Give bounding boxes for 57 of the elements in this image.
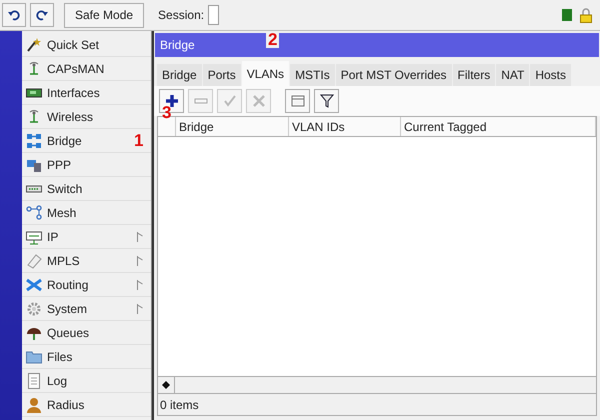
diamond-icon bbox=[162, 381, 170, 389]
doc-icon bbox=[26, 372, 42, 388]
routing-icon bbox=[26, 276, 42, 292]
tab[interactable]: Port MST Overrides bbox=[336, 64, 452, 86]
menu-item[interactable]: CAPsMAN bbox=[22, 57, 151, 81]
menu-item[interactable]: Queues bbox=[22, 321, 151, 345]
menu-item[interactable]: Log bbox=[22, 369, 151, 393]
redo-button[interactable] bbox=[30, 3, 54, 27]
filter-icon bbox=[320, 94, 334, 108]
user-icon bbox=[26, 396, 42, 412]
tab[interactable]: Ports bbox=[202, 64, 241, 86]
disable-icon bbox=[252, 94, 266, 108]
tab[interactable]: NAT bbox=[496, 64, 530, 86]
menu-item[interactable]: MPLS bbox=[22, 249, 151, 273]
add-icon bbox=[164, 94, 178, 108]
mesh-icon bbox=[26, 204, 42, 220]
menu-item[interactable]: Quick Set bbox=[22, 33, 151, 57]
menu-item[interactable]: Interfaces bbox=[22, 81, 151, 105]
menu-item[interactable]: System bbox=[22, 297, 151, 321]
comment-button[interactable] bbox=[285, 89, 310, 113]
session-label: Session: bbox=[158, 7, 204, 24]
column-header[interactable]: Bridge bbox=[176, 117, 289, 136]
tab[interactable]: Hosts bbox=[530, 64, 572, 86]
safe-mode-button[interactable]: Safe Mode bbox=[64, 2, 144, 28]
annotation-number: 1 bbox=[134, 132, 144, 149]
tab[interactable]: VLANs bbox=[242, 61, 290, 86]
status-bar: 0 items bbox=[157, 394, 597, 416]
menu-item[interactable]: PPP bbox=[22, 153, 151, 177]
bridge-icon bbox=[26, 132, 42, 148]
column-header[interactable]: VLAN IDs bbox=[289, 117, 401, 136]
menu-item[interactable]: Radius bbox=[22, 393, 151, 417]
ip-icon bbox=[26, 228, 42, 244]
session-field[interactable] bbox=[208, 5, 220, 25]
undo-icon bbox=[8, 9, 20, 21]
filter-button[interactable] bbox=[314, 89, 339, 113]
folder-icon bbox=[26, 348, 42, 364]
comment-icon bbox=[290, 94, 304, 108]
tab[interactable]: Filters bbox=[452, 64, 496, 86]
tab[interactable]: MSTIs bbox=[290, 64, 335, 86]
tab[interactable]: Bridge bbox=[157, 64, 202, 86]
padlock-icon bbox=[580, 8, 592, 22]
undo-button[interactable] bbox=[2, 3, 26, 27]
enable-icon bbox=[222, 94, 236, 108]
redo-icon bbox=[36, 9, 48, 21]
menu-item[interactable]: Switch bbox=[22, 177, 151, 201]
menu-item[interactable]: Wireless bbox=[22, 105, 151, 129]
menu-item[interactable]: IP bbox=[22, 225, 151, 249]
gear-icon bbox=[26, 300, 42, 316]
menu-item[interactable]: Routing bbox=[22, 273, 151, 297]
menu-item[interactable]: Files bbox=[22, 345, 151, 369]
tag-icon bbox=[26, 252, 42, 268]
status-indicator bbox=[562, 9, 572, 21]
menu-item[interactable]: Mesh bbox=[22, 201, 151, 225]
column-header[interactable]: Current Tagged bbox=[401, 117, 596, 136]
annotation-number: 3 bbox=[162, 104, 172, 121]
wand-icon bbox=[26, 36, 42, 52]
annotation-number: 2 bbox=[266, 31, 280, 48]
